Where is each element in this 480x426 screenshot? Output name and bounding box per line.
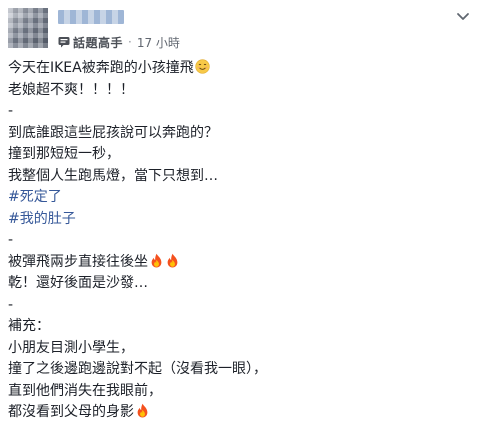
post-text-line: - bbox=[8, 230, 468, 252]
top-fan-badge-icon bbox=[58, 36, 70, 48]
post-meta: 話題高手 · 17 小時 bbox=[58, 34, 180, 50]
post-timestamp[interactable]: 17 小時 bbox=[137, 34, 180, 51]
post-body: 今天在IKEA被奔跑的小孩撞飛 老娘超不爽！！！！ - 到底誰跟這些屁孩說可以奔跑的？… bbox=[8, 58, 468, 424]
post-text: 補充： bbox=[8, 318, 50, 334]
post-text-line: 撞到那短短一秒， bbox=[8, 144, 468, 166]
post-text: 撞到那短短一秒， bbox=[8, 146, 120, 162]
post-text: - bbox=[8, 103, 14, 119]
fire-emoji-icon bbox=[165, 253, 180, 268]
post-text-line: 我整個人生跑馬燈，當下只想到… bbox=[8, 166, 468, 188]
meta-separator: · bbox=[128, 35, 132, 49]
post-text: 小朋友目測小學生， bbox=[8, 339, 134, 356]
smile-emoji-icon bbox=[195, 59, 210, 74]
post-text-line: 老娘超不爽！！！！ bbox=[8, 80, 468, 102]
fire-emoji-icon bbox=[149, 253, 164, 268]
post-text: - bbox=[8, 232, 14, 248]
post-text-line: 到底誰跟這些屁孩說可以奔跑的？ bbox=[8, 123, 468, 145]
post-text: 直到他們消失在我眼前， bbox=[8, 382, 162, 399]
post-text-line: 撞了之後邊跑邊說對不起（沒看我一眼）， bbox=[8, 359, 468, 381]
post-text-line: 小朋友目測小學生， bbox=[8, 338, 468, 360]
post-text-line: 補充： bbox=[8, 316, 468, 338]
post-text-line: 都沒看到父母的身影 bbox=[8, 402, 468, 424]
author-name-blurred[interactable] bbox=[58, 10, 124, 24]
post-text: - bbox=[8, 296, 14, 313]
post-text-line: 直到他們消失在我眼前， bbox=[8, 381, 468, 403]
author-badge[interactable]: 話題高手 bbox=[73, 34, 123, 51]
post-text: 到底誰跟這些屁孩說可以奔跑的？ bbox=[8, 124, 218, 141]
avatar[interactable] bbox=[8, 8, 48, 48]
post-text: 都沒看到父母的身影 bbox=[8, 404, 134, 420]
post-text: 今天在IKEA被奔跑的小孩撞飛 bbox=[8, 60, 194, 76]
post-text-line: - bbox=[8, 101, 468, 123]
post-text-line: - bbox=[8, 295, 468, 317]
post-text[interactable]: #我的肚子 bbox=[8, 211, 76, 227]
facebook-post: 話題高手 · 17 小時 今天在IKEA被奔跑的小孩撞飛 老娘超不爽！！！！ - 到底… bbox=[0, 0, 480, 420]
fire-emoji-icon bbox=[135, 403, 150, 418]
post-text-line: 乾！還好後面是沙發… bbox=[8, 273, 468, 295]
post-text[interactable]: #死定了 bbox=[8, 189, 62, 205]
post-text-line: 被彈飛兩步直接往後坐 bbox=[8, 252, 468, 274]
post-text: 乾！還好後面是沙發… bbox=[8, 275, 148, 291]
post-text-line: 今天在IKEA被奔跑的小孩撞飛 bbox=[8, 58, 468, 80]
chevron-down-icon[interactable] bbox=[456, 12, 470, 22]
hashtag-link[interactable]: #我的肚子 bbox=[8, 209, 468, 231]
post-text: 老娘超不爽！！！！ bbox=[8, 81, 134, 98]
hashtag-link[interactable]: #死定了 bbox=[8, 187, 468, 209]
post-text: 我整個人生跑馬燈，當下只想到… bbox=[8, 167, 218, 184]
post-text: 撞了之後邊跑邊說對不起（沒看我一眼）， bbox=[8, 361, 267, 377]
post-text: 被彈飛兩步直接往後坐 bbox=[8, 253, 148, 270]
